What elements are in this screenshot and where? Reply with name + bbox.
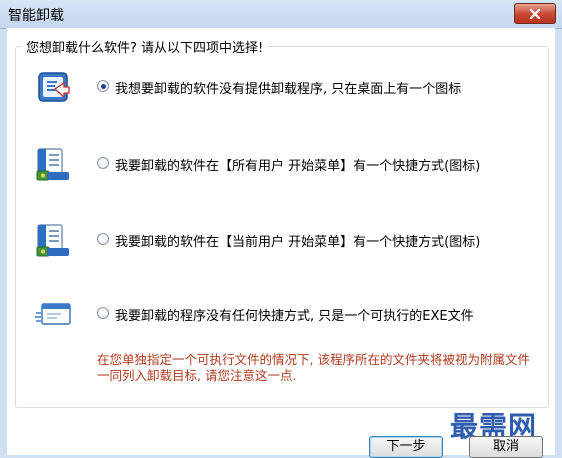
option-row-desktop-icon[interactable]: 我想要卸载的软件没有提供卸载程序, 只在桌面上有一个图标 [7,67,555,107]
window-title: 智能卸载 [8,8,64,24]
option-label-all-users-start-menu: 我要卸载的软件在【所有用户 开始菜单】有一个快捷方式(图标) [115,159,481,174]
title-bar: 智能卸载 [0,0,562,29]
option-label-exe-file: 我要卸载的程序没有任何快捷方式, 只是一个可执行的EXE文件 [115,309,474,324]
start-menu-current-user-icon [36,224,69,257]
radio-desktop-icon[interactable] [97,80,109,92]
radio-current-user-start-menu[interactable] [97,233,109,245]
radio-all-users-start-menu[interactable] [97,157,109,169]
warning-note: 在您单独指定一个可执行文件的情况下, 该程序所在的文件夹将被视为附属文件一同列入… [97,352,530,383]
exe-window-icon [35,303,71,325]
close-x-icon [529,8,541,19]
desktop-shortcut-icon [38,72,70,102]
radio-exe-file[interactable] [97,307,109,319]
option-row-exe-file[interactable]: 我要卸载的程序没有任何快捷方式, 只是一个可执行的EXE文件 [7,294,555,334]
option-label-desktop-icon: 我想要卸载的软件没有提供卸载程序, 只在桌面上有一个图标 [115,82,462,97]
close-button[interactable] [514,3,556,24]
start-menu-all-users-icon [36,148,69,181]
option-row-all-users-start-menu[interactable]: 我要卸载的软件在【所有用户 开始菜单】有一个快捷方式(图标) [7,144,555,184]
option-row-current-user-start-menu[interactable]: 我要卸载的软件在【当前用户 开始菜单】有一个快捷方式(图标) [7,220,555,260]
dialog-body: 您想卸载什么软件? 请从以下四项中选择! 我想要卸载的软件没有提供卸载程序, 只… [7,28,555,458]
group-legend: 您想卸载什么软件? 请从以下四项中选择! [22,37,268,56]
option-label-current-user-start-menu: 我要卸载的软件在【当前用户 开始菜单】有一个快捷方式(图标) [115,235,481,250]
